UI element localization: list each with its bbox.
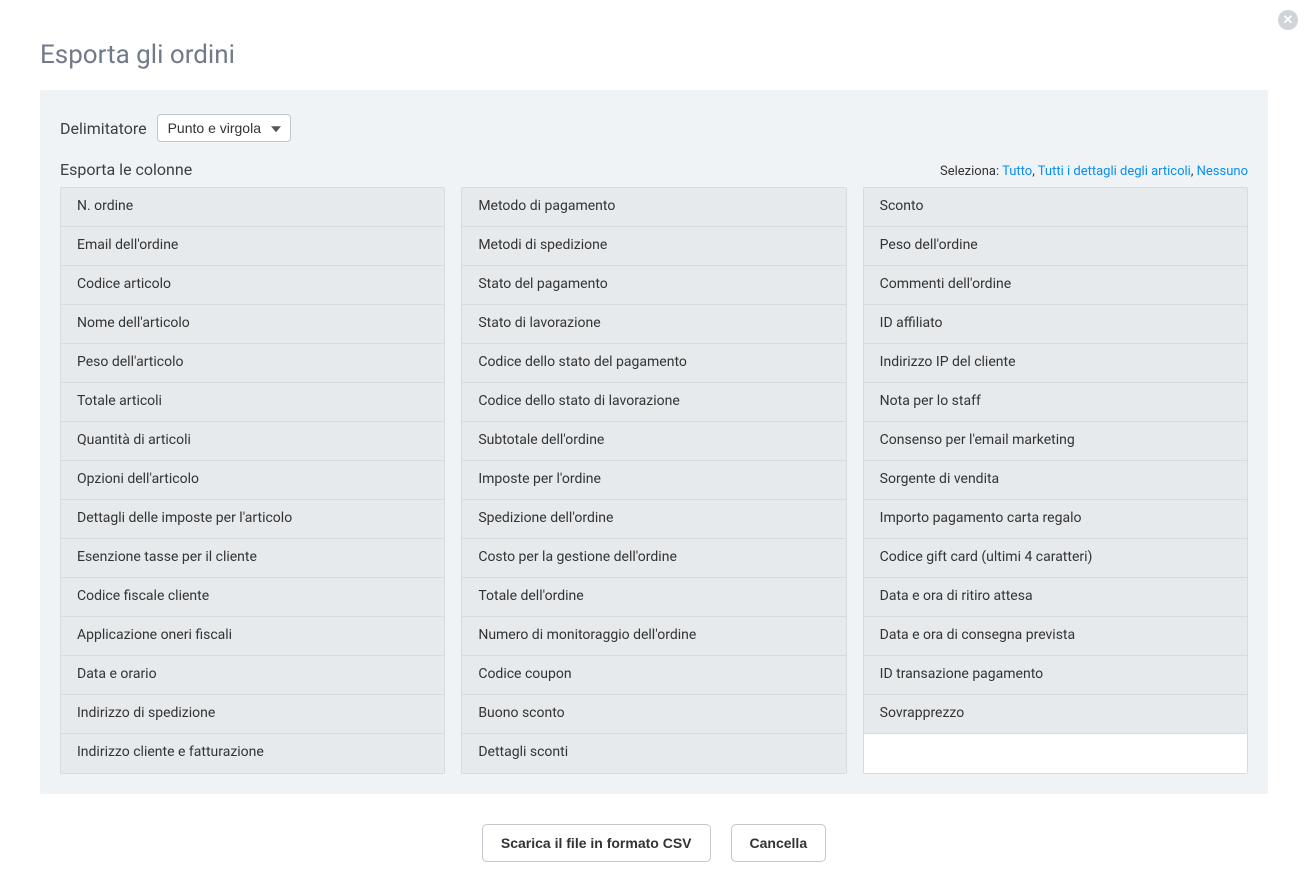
- delimiter-row: Delimitatore Punto e virgola: [60, 114, 1248, 142]
- column-option[interactable]: Indirizzo di spedizione: [61, 695, 444, 734]
- column-option[interactable]: Spedizione dell'ordine: [462, 500, 845, 539]
- column-option[interactable]: Nome dell'articolo: [61, 305, 444, 344]
- column-option[interactable]: Buono sconto: [462, 695, 845, 734]
- columns-label: Esporta le colonne: [60, 160, 192, 179]
- column-option[interactable]: Esenzione tasse per il cliente: [61, 539, 444, 578]
- column-option[interactable]: Numero di monitoraggio dell'ordine: [462, 617, 845, 656]
- column-option-empty: [864, 734, 1247, 773]
- column-option[interactable]: Metodo di pagamento: [462, 188, 845, 227]
- column-option[interactable]: Stato del pagamento: [462, 266, 845, 305]
- column-option[interactable]: Codice dello stato del pagamento: [462, 344, 845, 383]
- export-panel: Delimitatore Punto e virgola Esporta le …: [40, 90, 1268, 794]
- column-option[interactable]: Indirizzo IP del cliente: [864, 344, 1247, 383]
- column-option[interactable]: Quantità di articoli: [61, 422, 444, 461]
- column-option[interactable]: Importo pagamento carta regalo: [864, 500, 1247, 539]
- column-option[interactable]: Metodi di spedizione: [462, 227, 845, 266]
- column-option[interactable]: Data e orario: [61, 656, 444, 695]
- column-option[interactable]: Subtotale dell'ordine: [462, 422, 845, 461]
- delimiter-label: Delimitatore: [60, 119, 147, 138]
- download-csv-button[interactable]: Scarica il file in formato CSV: [482, 824, 711, 862]
- column-option[interactable]: Totale articoli: [61, 383, 444, 422]
- column-option[interactable]: Codice coupon: [462, 656, 845, 695]
- column-option[interactable]: Codice gift card (ultimi 4 caratteri): [864, 539, 1247, 578]
- cancel-button[interactable]: Cancella: [731, 824, 827, 862]
- select-details-link[interactable]: Tutti i dettagli degli articoli: [1038, 164, 1191, 179]
- close-icon[interactable]: ✕: [1278, 10, 1298, 30]
- page-title: Esporta gli ordini: [40, 40, 1268, 70]
- column-option[interactable]: Imposte per l'ordine: [462, 461, 845, 500]
- column-option[interactable]: Totale dell'ordine: [462, 578, 845, 617]
- column-option[interactable]: Nota per lo staff: [864, 383, 1247, 422]
- column-option[interactable]: Consenso per l'email marketing: [864, 422, 1247, 461]
- column-option[interactable]: Codice dello stato di lavorazione: [462, 383, 845, 422]
- select-label: Seleziona:: [940, 164, 999, 179]
- column-option[interactable]: Sconto: [864, 188, 1247, 227]
- columns-grid: N. ordine Email dell'ordine Codice artic…: [60, 187, 1248, 774]
- column-option[interactable]: Indirizzo cliente e fatturazione: [61, 734, 444, 773]
- column-2: Metodo di pagamento Metodi di spedizione…: [461, 187, 846, 774]
- column-option[interactable]: Codice articolo: [61, 266, 444, 305]
- column-option[interactable]: Peso dell'ordine: [864, 227, 1247, 266]
- select-links: Seleziona: Tutto, Tutti i dettagli degli…: [940, 164, 1248, 179]
- column-option[interactable]: ID affiliato: [864, 305, 1247, 344]
- column-option[interactable]: Sorgente di vendita: [864, 461, 1247, 500]
- select-all-link[interactable]: Tutto: [1002, 164, 1032, 179]
- column-option[interactable]: Email dell'ordine: [61, 227, 444, 266]
- column-option[interactable]: Data e ora di consegna prevista: [864, 617, 1247, 656]
- column-option[interactable]: Codice fiscale cliente: [61, 578, 444, 617]
- column-option[interactable]: Commenti dell'ordine: [864, 266, 1247, 305]
- column-3: Sconto Peso dell'ordine Commenti dell'or…: [863, 187, 1248, 774]
- column-option[interactable]: N. ordine: [61, 188, 444, 227]
- delimiter-select[interactable]: Punto e virgola: [157, 114, 291, 142]
- column-option[interactable]: Opzioni dell'articolo: [61, 461, 444, 500]
- column-option[interactable]: Sovrapprezzo: [864, 695, 1247, 734]
- column-option[interactable]: ID transazione pagamento: [864, 656, 1247, 695]
- columns-header-row: Esporta le colonne Seleziona: Tutto, Tut…: [60, 160, 1248, 179]
- column-1: N. ordine Email dell'ordine Codice artic…: [60, 187, 445, 774]
- column-option[interactable]: Applicazione oneri fiscali: [61, 617, 444, 656]
- column-option[interactable]: Data e ora di ritiro attesa: [864, 578, 1247, 617]
- column-option[interactable]: Peso dell'articolo: [61, 344, 444, 383]
- select-none-link[interactable]: Nessuno: [1197, 164, 1248, 179]
- column-option[interactable]: Costo per la gestione dell'ordine: [462, 539, 845, 578]
- button-row: Scarica il file in formato CSV Cancella: [40, 824, 1268, 862]
- column-option[interactable]: Dettagli sconti: [462, 734, 845, 773]
- export-dialog: Esporta gli ordini Delimitatore Punto e …: [0, 0, 1308, 892]
- column-option[interactable]: Dettagli delle imposte per l'articolo: [61, 500, 444, 539]
- column-option[interactable]: Stato di lavorazione: [462, 305, 845, 344]
